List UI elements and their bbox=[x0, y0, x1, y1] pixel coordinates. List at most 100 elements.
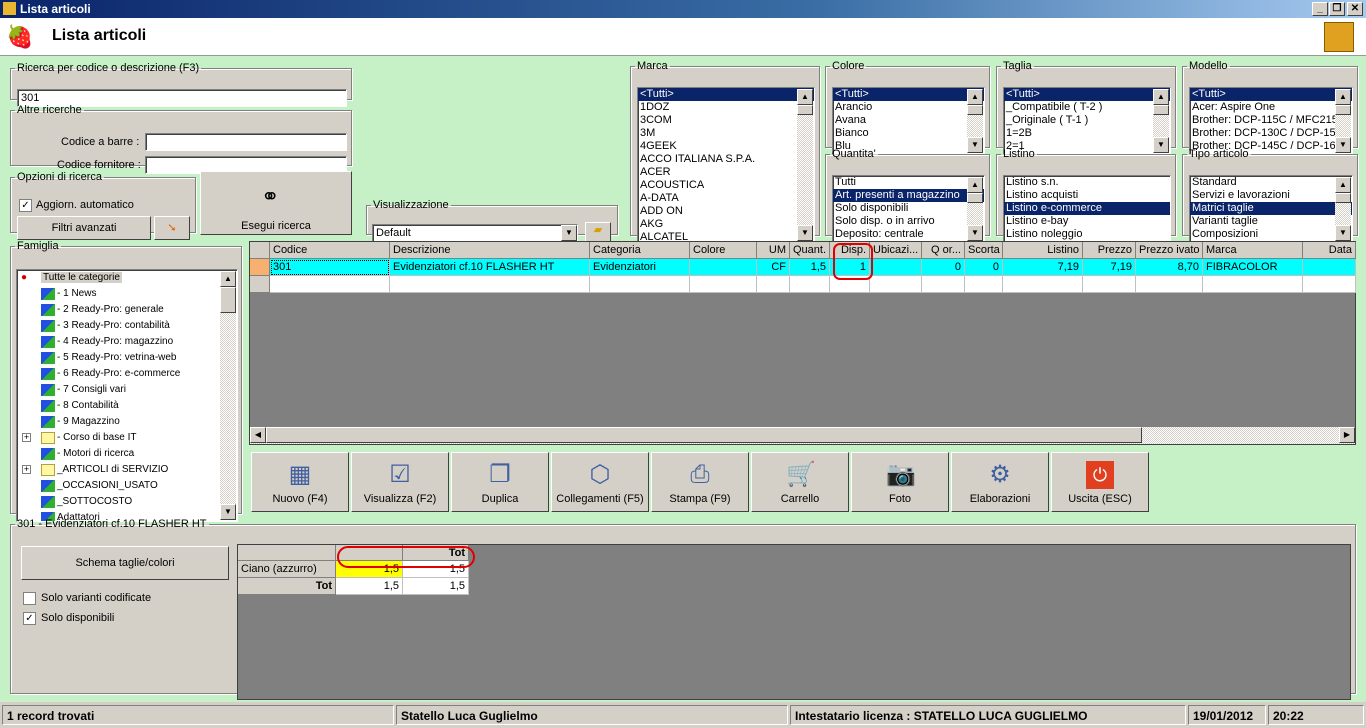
toolbar-button-nuovo[interactable]: ▦ Nuovo (F4) bbox=[251, 452, 349, 512]
expand-icon[interactable]: + bbox=[22, 465, 31, 474]
grid-cell[interactable]: 7,19 bbox=[1003, 259, 1083, 276]
list-item[interactable]: Deposito: centrale bbox=[833, 228, 984, 241]
list-item[interactable]: _Compatibile ( T-2 ) bbox=[1004, 101, 1170, 114]
list-item[interactable]: Bianco bbox=[833, 127, 984, 140]
list-item[interactable]: Tutti bbox=[833, 176, 984, 189]
family-tree[interactable]: ● Tutte le categorie - 1 News - 2 Ready-Pr… bbox=[16, 269, 238, 522]
toolbar-button-foto[interactable]: 📷 Foto bbox=[851, 452, 949, 512]
scrollbar[interactable]: ▲ ▼ bbox=[967, 89, 983, 153]
list-item[interactable]: <Tutti> bbox=[638, 88, 814, 101]
minimize-button[interactable]: _ bbox=[1312, 2, 1328, 16]
row-indicator[interactable] bbox=[250, 276, 270, 293]
tree-item[interactable]: + _ARTICOLI di SERVIZIO bbox=[17, 462, 237, 478]
tree-scrollbar[interactable]: ▲ ▼ bbox=[220, 271, 236, 520]
tree-root[interactable]: ● Tutte le categorie bbox=[17, 270, 237, 286]
grid-cell[interactable]: 8,70 bbox=[1136, 259, 1203, 276]
grid-cell[interactable] bbox=[965, 276, 1003, 293]
tree-item[interactable]: - 5 Ready-Pro: vetrina-web bbox=[17, 350, 237, 366]
barcode-input[interactable] bbox=[145, 133, 347, 151]
grid-cell[interactable] bbox=[1303, 276, 1356, 293]
tree-item[interactable]: - 8 Contabilità bbox=[17, 398, 237, 414]
scrollbar[interactable]: ▲ ▼ bbox=[967, 177, 983, 241]
scrollbar[interactable]: ▲ ▼ bbox=[797, 89, 813, 241]
restore-button[interactable]: ❐ bbox=[1329, 2, 1345, 16]
column-header[interactable]: Quant. bbox=[790, 242, 830, 259]
column-header[interactable]: Scorta bbox=[965, 242, 1003, 259]
column-header[interactable]: Prezzo ivato bbox=[1136, 242, 1203, 259]
grid-cell[interactable] bbox=[590, 276, 690, 293]
list-item[interactable]: Standard bbox=[1190, 176, 1352, 189]
filter-arrow-button[interactable]: ➘ bbox=[154, 216, 190, 240]
grid-cell[interactable] bbox=[690, 259, 757, 276]
execute-search-button[interactable]: ⚭ Esegui ricerca bbox=[200, 171, 352, 235]
filter-list-tipo[interactable]: Standard Servizi e lavorazioni Matrici tag… bbox=[1189, 175, 1353, 243]
list-item[interactable]: <Tutti> bbox=[1004, 88, 1170, 101]
row-indicator[interactable] bbox=[250, 259, 270, 276]
tree-item[interactable]: - 4 Ready-Pro: magazzino bbox=[17, 334, 237, 350]
list-item[interactable]: Listino e-bay bbox=[1004, 215, 1170, 228]
column-header[interactable]: Marca bbox=[1203, 242, 1303, 259]
solo-varianti-checkbox[interactable] bbox=[23, 592, 36, 605]
column-header[interactable]: Ubicazi... bbox=[870, 242, 922, 259]
list-item[interactable]: Listino acquisti bbox=[1004, 189, 1170, 202]
scrollbar[interactable]: ▲ ▼ bbox=[1153, 89, 1169, 153]
filter-list-marca[interactable]: <Tutti> 1DOZ 3COM 3M 4GEEK ACCO ITALIANA S.P.… bbox=[637, 87, 815, 243]
tree-item[interactable]: _OCCASIONI_USATO bbox=[17, 478, 237, 494]
tree-item[interactable]: - 1 News bbox=[17, 286, 237, 302]
grid-cell[interactable] bbox=[870, 276, 922, 293]
list-item[interactable]: Listino s.n. bbox=[1004, 176, 1170, 189]
auto-update-checkbox[interactable]: ✓ bbox=[19, 199, 32, 212]
filter-list-colore[interactable]: <Tutti> Arancio Avana Bianco Blu ▲ ▼ bbox=[832, 87, 985, 155]
articles-grid[interactable]: Codice Descrizione Categoria Colore UM Quant.… bbox=[249, 241, 1356, 445]
scrollbar[interactable]: ▲ ▼ bbox=[1335, 177, 1351, 241]
list-item[interactable]: Listino noleggio bbox=[1004, 228, 1170, 241]
grid-cell[interactable]: 7,19 bbox=[1083, 259, 1136, 276]
toolbar-button-stampa[interactable]: ⎙ Stampa (F9) bbox=[651, 452, 749, 512]
grid-cell[interactable]: 0 bbox=[965, 259, 1003, 276]
list-item[interactable]: Brother: DCP-130C / DCP-150 bbox=[1190, 127, 1352, 140]
list-item[interactable]: 4GEEK bbox=[638, 140, 814, 153]
column-header[interactable]: Listino bbox=[1003, 242, 1083, 259]
list-item[interactable]: _Originale ( T-1 ) bbox=[1004, 114, 1170, 127]
column-header[interactable]: Prezzo bbox=[1083, 242, 1136, 259]
tree-item[interactable]: + - Corso di base IT bbox=[17, 430, 237, 446]
view-select[interactable]: Default ▼ bbox=[372, 224, 578, 242]
toolbar-button-elaborazioni[interactable]: ⚙ Elaborazioni bbox=[951, 452, 1049, 512]
list-item[interactable]: ADD ON bbox=[638, 205, 814, 218]
tree-item[interactable]: - 2 Ready-Pro: generale bbox=[17, 302, 237, 318]
close-button[interactable]: ✕ bbox=[1347, 2, 1363, 16]
grid-cell[interactable] bbox=[1083, 276, 1136, 293]
list-item[interactable]: Solo disponibili bbox=[833, 202, 984, 215]
grid-cell[interactable] bbox=[922, 276, 965, 293]
tree-item[interactable]: - 3 Ready-Pro: contabilità bbox=[17, 318, 237, 334]
tree-item[interactable]: - 6 Ready-Pro: e-commerce bbox=[17, 366, 237, 382]
filter-list-modello[interactable]: <Tutti> Acer: Aspire One Brother: DCP-115C… bbox=[1189, 87, 1353, 155]
size-color-scheme-button[interactable]: Schema taglie/colori bbox=[21, 546, 229, 580]
list-item[interactable]: Matrici taglie bbox=[1190, 202, 1352, 215]
grid-cell[interactable] bbox=[1003, 276, 1083, 293]
list-item[interactable]: Composizioni bbox=[1190, 228, 1352, 241]
column-header[interactable]: Q or... bbox=[922, 242, 965, 259]
column-header[interactable]: Descrizione bbox=[390, 242, 590, 259]
grid-cell[interactable] bbox=[870, 259, 922, 276]
list-item[interactable]: Servizi e lavorazioni bbox=[1190, 189, 1352, 202]
grid-cell[interactable]: 0 bbox=[922, 259, 965, 276]
column-header[interactable]: UM bbox=[757, 242, 790, 259]
list-item[interactable]: Avana bbox=[833, 114, 984, 127]
column-header[interactable]: Data bbox=[1303, 242, 1356, 259]
list-item[interactable]: Brother: DCP-115C / MFC215 bbox=[1190, 114, 1352, 127]
toolbar-button-uscita[interactable]: ⏻ Uscita (ESC) bbox=[1051, 452, 1149, 512]
grid-horizontal-scrollbar[interactable]: ◀ ▶ bbox=[250, 427, 1355, 444]
grid-cell[interactable] bbox=[1203, 276, 1303, 293]
list-item[interactable]: 1=2B bbox=[1004, 127, 1170, 140]
list-item[interactable]: Acer: Aspire One bbox=[1190, 101, 1352, 114]
tree-item[interactable]: - 7 Consigli vari bbox=[17, 382, 237, 398]
list-item[interactable]: AKG bbox=[638, 218, 814, 231]
solo-disponibili-checkbox[interactable]: ✓ bbox=[23, 612, 36, 625]
grid-cell[interactable] bbox=[690, 276, 757, 293]
tree-item[interactable]: - Motori di ricerca bbox=[17, 446, 237, 462]
toolbar-button-carrello[interactable]: 🛒 Carrello bbox=[751, 452, 849, 512]
grid-cell[interactable] bbox=[1136, 276, 1203, 293]
filter-list-taglia[interactable]: <Tutti> _Compatibile ( T-2 ) _Originale ( … bbox=[1003, 87, 1171, 155]
tree-item[interactable]: _SOTTOCOSTO bbox=[17, 494, 237, 510]
